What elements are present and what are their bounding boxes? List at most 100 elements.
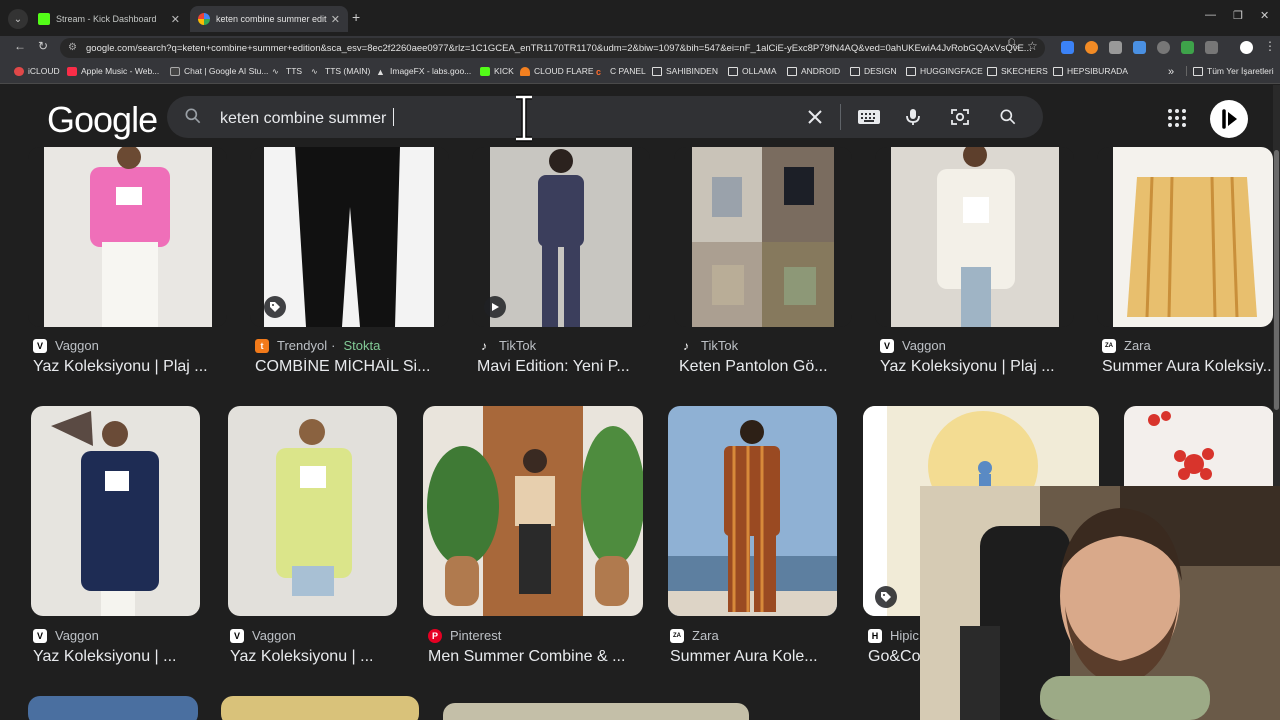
waveform-icon: ∿ (272, 66, 279, 76)
bookmark-item[interactable]: Apple Music - Web... (67, 66, 159, 76)
bookmark-item[interactable]: ▲ ImageFX - labs.goo... (376, 66, 471, 77)
result-thumbnail[interactable] (443, 703, 749, 720)
result-source: ♪ TikTok (679, 338, 738, 353)
extension-icon[interactable] (1109, 41, 1122, 54)
google-logo[interactable]: Google (47, 99, 158, 141)
folder-icon (728, 66, 738, 76)
extension-icon[interactable] (1133, 41, 1146, 54)
site-info-icon[interactable]: ⚙ (68, 42, 77, 53)
folder-icon (1193, 66, 1203, 76)
minimize-button[interactable]: — (1205, 9, 1216, 21)
address-bar[interactable]: ⚙ google.com/search?q=keten+combine+summ… (60, 38, 1045, 58)
result-thumbnail[interactable] (228, 406, 397, 616)
result-title[interactable]: Yaz Koleksiyonu | Plaj ... (880, 358, 1072, 376)
result-thumbnail[interactable] (28, 147, 227, 327)
webcam-overlay (920, 486, 1280, 720)
result-thumbnail[interactable] (221, 696, 419, 720)
streamer-video (920, 486, 1280, 720)
pinterest-icon: P (428, 628, 442, 643)
keyboard-icon[interactable] (857, 107, 881, 127)
bookmark-item[interactable]: iCLOUD (14, 66, 60, 76)
result-title[interactable]: Yaz Koleksiyonu | Plaj ... (33, 358, 225, 376)
back-button[interactable]: ← (14, 39, 26, 53)
bookmark-item[interactable]: CLOUD FLARE (520, 66, 594, 76)
bookmark-item[interactable]: ∿ TTS (MAIN) (311, 66, 370, 76)
bookmarks-overflow-button[interactable]: » (1168, 66, 1174, 78)
search-input[interactable]: keten combine summer (220, 108, 394, 128)
result-title[interactable]: Yaz Koleksiyonu | ... (230, 648, 400, 666)
result-title[interactable]: Mavi Edition: Yeni P... (477, 358, 647, 376)
result-image (423, 406, 643, 616)
extensions-puzzle-icon[interactable] (1205, 41, 1218, 54)
url-text: google.com/search?q=keten+combine+summer… (86, 42, 1032, 54)
google-header: Google keten combine summer (0, 85, 1280, 147)
ibeam-cursor-icon (516, 94, 532, 142)
bookmark-folder[interactable]: ANDROID (787, 66, 840, 76)
result-source: H Hipic (868, 628, 919, 643)
reload-button[interactable]: ↻ (38, 39, 48, 53)
folder-icon (906, 66, 916, 76)
microphone-icon[interactable] (903, 107, 923, 127)
bookmark-item[interactable]: KICK (480, 66, 514, 76)
zara-icon: ZA (1102, 338, 1116, 353)
shopping-tag-icon (264, 296, 286, 318)
result-source: V Vaggon (230, 628, 296, 643)
extension-icon[interactable] (1085, 41, 1098, 54)
result-source: V Vaggon (33, 628, 99, 643)
result-thumbnail[interactable] (250, 147, 449, 327)
restore-button[interactable]: ❐ (1233, 9, 1243, 22)
bookmark-item[interactable]: cC PANEL (596, 66, 646, 77)
google-apps-icon[interactable] (1167, 108, 1187, 128)
search-box[interactable]: keten combine summer (167, 94, 1043, 142)
shield-icon[interactable] (1181, 41, 1194, 54)
result-thumbnail[interactable] (423, 406, 643, 616)
scrollbar-thumb[interactable] (1274, 150, 1279, 410)
close-icon[interactable]: ✕ (331, 13, 340, 26)
tab-kick-dashboard[interactable]: Stream - Kick Dashboard ✕ (30, 6, 188, 32)
clear-icon[interactable] (805, 107, 825, 127)
close-icon[interactable]: ✕ (171, 13, 180, 26)
vaggon-icon: V (33, 338, 47, 353)
result-thumbnail[interactable] (875, 147, 1074, 327)
kick-icon (38, 13, 50, 25)
extension-icon[interactable] (1157, 41, 1170, 54)
result-title[interactable]: Go&Co (868, 648, 920, 666)
result-thumbnail[interactable] (674, 147, 852, 327)
search-submit-icon[interactable] (998, 107, 1018, 127)
bookmark-item[interactable]: ∿ TTS (272, 66, 302, 76)
bookmark-folder[interactable]: SKECHERS (987, 66, 1048, 76)
bookmark-folder[interactable]: HUGGINGFACE (906, 66, 983, 76)
bookmark-folder[interactable]: SAHIBINDEN (652, 66, 718, 76)
tab-title: Stream - Kick Dashboard (56, 14, 157, 24)
account-avatar[interactable] (1210, 100, 1248, 138)
result-thumbnail[interactable] (668, 406, 837, 616)
result-title[interactable]: Summer Aura Koleksiy... (1102, 358, 1272, 376)
vaggon-icon: V (880, 338, 894, 353)
bookmark-folder[interactable]: HEPSIBURADA (1053, 66, 1128, 76)
menu-icon[interactable]: ⋮ (1264, 39, 1276, 53)
bookmark-star-icon[interactable]: ☆ (1027, 39, 1038, 53)
zoom-icon[interactable]: 🔍︎ (1007, 39, 1020, 50)
close-window-button[interactable]: ✕ (1260, 9, 1269, 22)
result-title[interactable]: Summer Aura Kole... (670, 648, 840, 666)
bookmark-item[interactable]: Chat | Google AI Stu... (170, 66, 268, 76)
lens-icon[interactable] (950, 107, 970, 127)
result-title[interactable]: Yaz Koleksiyonu | ... (33, 648, 203, 666)
result-thumbnail[interactable] (31, 406, 200, 616)
result-title[interactable]: COMBİNE MİCHAİL Si... (255, 358, 447, 376)
bookmark-icon (14, 66, 24, 76)
bookmark-folder[interactable]: DESIGN (850, 66, 897, 76)
tab-search-button[interactable]: ⌄ (8, 9, 28, 29)
new-tab-button[interactable]: + (352, 9, 360, 25)
result-thumbnail[interactable] (472, 147, 650, 327)
bookmark-folder[interactable]: OLLAMA (728, 66, 777, 76)
result-image (668, 406, 837, 616)
profile-icon[interactable] (1240, 41, 1253, 54)
tab-google-search[interactable]: keten combine summer edition ✕ (190, 6, 348, 32)
result-title[interactable]: Keten Pantolon Gö... (679, 358, 849, 376)
result-thumbnail[interactable] (1097, 147, 1273, 327)
result-title[interactable]: Men Summer Combine & ... (428, 648, 643, 666)
all-bookmarks-folder[interactable]: Tüm Yer İşaretleri (1186, 66, 1274, 76)
result-thumbnail[interactable] (28, 696, 198, 720)
extension-icon[interactable] (1061, 41, 1074, 54)
